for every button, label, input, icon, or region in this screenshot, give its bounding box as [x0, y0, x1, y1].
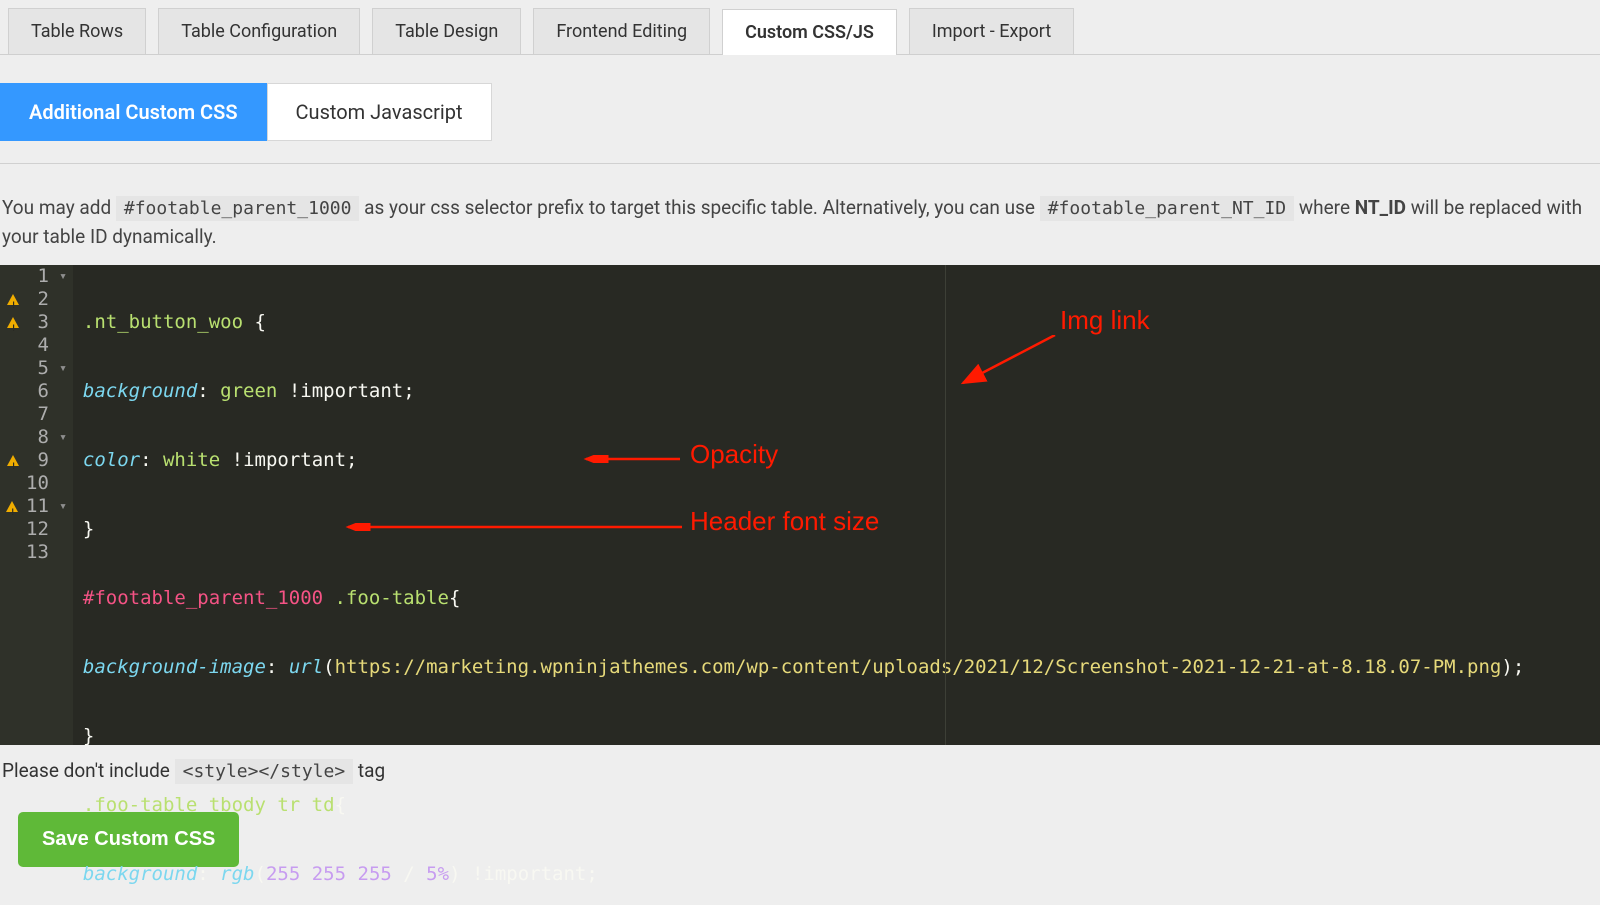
code-punc: /	[392, 863, 426, 885]
code-brace: {	[335, 794, 346, 816]
css-editor[interactable]: 1 ▾ 2 3 4 5 ▾ 6 7 8 ▾ 9 10 11 ▾ 12 13 .nt_bu…	[0, 265, 1600, 745]
line-number: 3	[27, 311, 49, 334]
print-margin-line	[945, 265, 946, 745]
fold-icon[interactable]: ▾	[57, 426, 67, 449]
tab-table-design[interactable]: Table Design	[372, 8, 521, 54]
line-number: 4	[27, 334, 49, 357]
code-prop: background	[83, 863, 197, 885]
code-important: !important;	[277, 380, 414, 402]
line-number: 5	[27, 357, 49, 380]
line-number: 11	[26, 495, 49, 518]
tab-table-configuration[interactable]: Table Configuration	[158, 8, 360, 54]
selector-hint: You may add #footable_parent_1000 as you…	[0, 163, 1600, 265]
code-punc: :	[140, 449, 163, 471]
line-number: 7	[27, 403, 49, 426]
line-number: 12	[26, 518, 49, 541]
warning-icon	[7, 317, 19, 328]
fold-icon[interactable]: ▾	[57, 265, 67, 288]
selector-code-2: #footable_parent_NT_ID	[1040, 196, 1294, 221]
code-important: !important;	[220, 449, 357, 471]
code-number: 255	[312, 863, 346, 885]
code-prop: color	[83, 449, 140, 471]
warning-icon	[6, 501, 18, 512]
line-number: 10	[26, 472, 49, 495]
code-paren: );	[1501, 656, 1524, 678]
line-number: 8	[27, 426, 49, 449]
code-brace: {	[243, 311, 266, 333]
tab-frontend-editing[interactable]: Frontend Editing	[533, 8, 710, 54]
code-important: !important;	[461, 863, 598, 885]
code-space	[300, 863, 311, 885]
fold-icon[interactable]: ▾	[57, 495, 67, 518]
code-paren: (	[255, 863, 266, 885]
code-value: white	[163, 449, 220, 471]
code-punc: :	[197, 863, 220, 885]
code-func: rgb	[220, 863, 254, 885]
selector-code-1: #footable_parent_1000	[116, 196, 360, 221]
code-punc: :	[197, 380, 220, 402]
code-selector: tbody tr td	[197, 794, 334, 816]
code-class: .foo-table	[323, 587, 449, 609]
code-string: https://marketing.wpninjathemes.com/wp-c…	[335, 656, 1502, 678]
code-brace: }	[83, 518, 94, 540]
line-number: 1	[27, 265, 49, 288]
code-brace: {	[449, 587, 460, 609]
code-selector: #footable_parent_1000	[83, 587, 323, 609]
main-tab-bar: Table Rows Table Configuration Table Des…	[0, 0, 1600, 55]
subtab-custom-js[interactable]: Custom Javascript	[267, 83, 492, 141]
tab-custom-css-js[interactable]: Custom CSS/JS	[722, 9, 897, 55]
code-space	[346, 863, 357, 885]
code-punc: :	[266, 656, 289, 678]
line-number: 9	[27, 449, 49, 472]
hint-text: where	[1299, 196, 1355, 219]
code-brace: }	[83, 725, 94, 747]
hint-text: You may add	[2, 196, 116, 219]
warning-icon	[7, 455, 19, 466]
code-selector: .nt_button_woo	[83, 311, 243, 333]
sub-tab-bar: Additional Custom CSS Custom Javascript	[0, 55, 1600, 141]
tab-table-rows[interactable]: Table Rows	[8, 8, 146, 54]
line-number: 2	[27, 288, 49, 311]
line-number: 6	[27, 380, 49, 403]
tab-import-export[interactable]: Import - Export	[909, 8, 1074, 54]
code-number: 255	[358, 863, 392, 885]
code-paren: )	[449, 863, 460, 885]
code-prop: background	[83, 380, 197, 402]
editor-gutter: 1 ▾ 2 3 4 5 ▾ 6 7 8 ▾ 9 10 11 ▾ 12 13	[0, 265, 73, 745]
fold-icon[interactable]: ▾	[57, 357, 67, 380]
warning-icon	[7, 294, 19, 305]
code-prop: background-image	[83, 656, 266, 678]
code-selector: .foo-table	[83, 794, 197, 816]
editor-code[interactable]: .nt_button_woo { background: green !impo…	[73, 265, 1524, 745]
code-paren: (	[323, 656, 334, 678]
code-number: 5%	[426, 863, 449, 885]
code-number: 255	[266, 863, 300, 885]
code-value: green	[220, 380, 277, 402]
hint-bold: NT_ID	[1355, 196, 1406, 219]
line-number: 13	[26, 541, 49, 564]
code-func: url	[289, 656, 323, 678]
subtab-custom-css[interactable]: Additional Custom CSS	[0, 83, 267, 141]
hint-text: as your css selector prefix to target th…	[364, 196, 1040, 219]
